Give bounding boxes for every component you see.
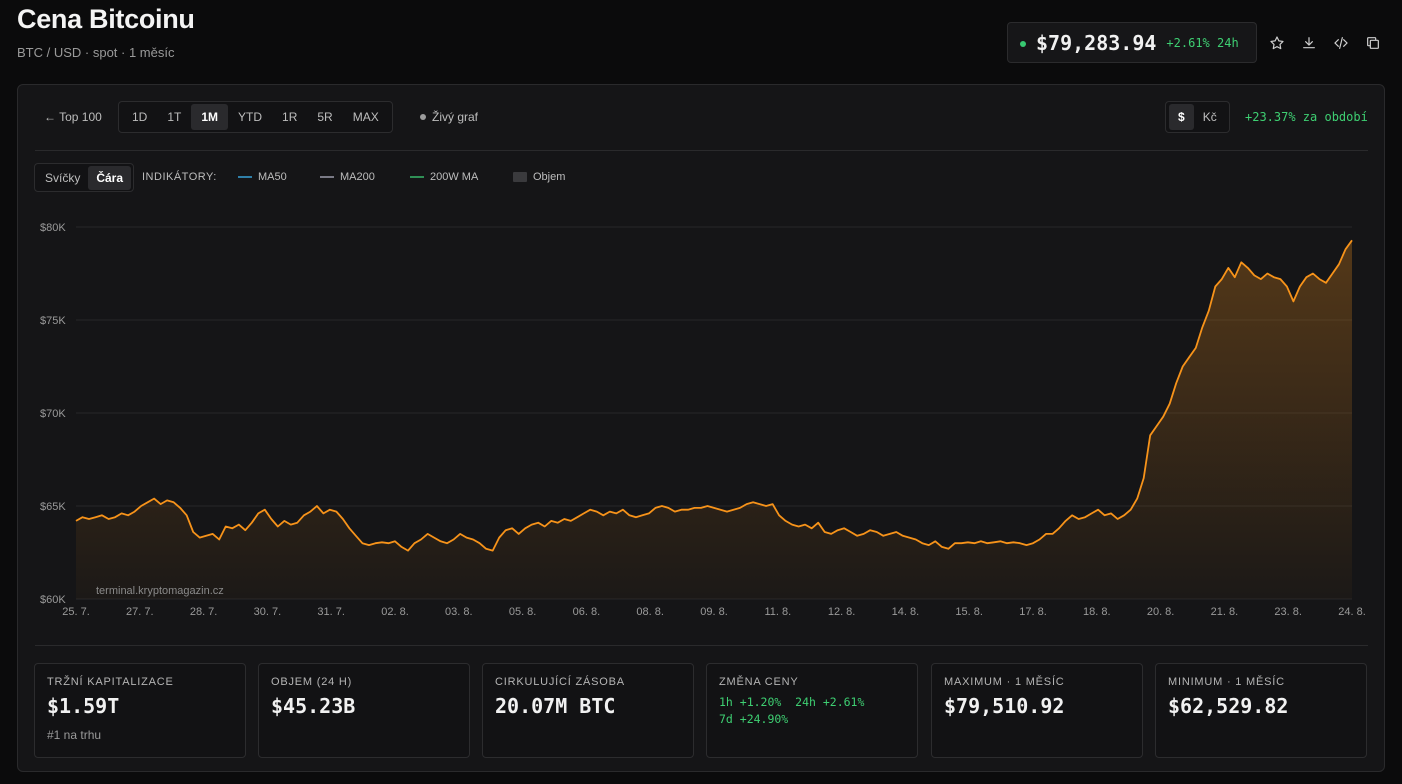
stat-label: TRŽNÍ KAPITALIZACE [47, 676, 174, 688]
stat-value: $62,529.82 [1168, 694, 1289, 718]
y-tick-label: $80K [40, 222, 66, 234]
page-subtitle: BTC / USD · spot · 1 měsíc [17, 45, 175, 60]
y-tick-label: $60K [40, 594, 66, 606]
x-tick-label: 02. 8. [381, 606, 409, 618]
x-tick-label: 27. 7. [126, 606, 154, 618]
x-tick-label: 08. 8. [636, 606, 664, 618]
change-1h: 1h +1.20% [719, 695, 782, 709]
x-tick-label: 25. 7. [62, 606, 90, 618]
x-tick-label: 24. 8. [1338, 606, 1366, 618]
x-tick-label: 30. 7. [254, 606, 282, 618]
stat-card-min: MINIMUM · 1 MĚSÍC $62,529.82 [1155, 663, 1367, 758]
stat-label: OBJEM (24 H) [271, 676, 353, 688]
x-tick-label: 06. 8. [573, 606, 601, 618]
y-tick-label: $75K [40, 315, 66, 327]
x-tick-label: 31. 7. [317, 606, 345, 618]
stat-value: $1.59T [47, 694, 120, 718]
stat-card-price-change: ZMĚNA CENY 1h +1.20% 24h +2.61% 7d +24.9… [706, 663, 918, 758]
stat-value: $79,510.92 [944, 694, 1065, 718]
x-tick-label: 17. 8. [1019, 606, 1047, 618]
current-price: $79,283.94 [1036, 30, 1157, 55]
stat-label: CIRKULUJÍCÍ ZÁSOBA [495, 676, 625, 688]
x-tick-label: 11. 8. [764, 606, 791, 618]
watermark: terminal.kryptomagazin.cz [96, 585, 224, 597]
live-dot-icon [1020, 40, 1026, 47]
x-tick-label: 23. 8. [1274, 606, 1302, 618]
header-actions [1266, 32, 1384, 54]
change-24h: 24h +2.61% [795, 695, 865, 709]
price-change-24h: +2.61% 24h [1166, 35, 1239, 50]
price-chart[interactable]: $80K $75K $70K $65K $60K25. 7. 27. 7. 28. 7. 30… [18, 85, 1384, 625]
x-tick-label: 14. 8. [892, 606, 920, 618]
stat-card-volume: OBJEM (24 H) $45.23B [258, 663, 470, 758]
divider [35, 645, 1368, 646]
page-title: Cena Bitcoinu [17, 4, 195, 34]
x-tick-label: 09. 8. [700, 606, 728, 618]
x-tick-label: 05. 8. [509, 606, 537, 618]
stat-value: 20.07M BTC [495, 694, 616, 718]
live-price-box: $79,283.94 +2.61% 24h [1007, 22, 1257, 63]
y-tick-label: $65K [40, 501, 66, 513]
x-tick-label: 28. 7. [190, 606, 218, 618]
x-tick-label: 21. 8. [1211, 606, 1239, 618]
stat-card-supply: CIRKULUJÍCÍ ZÁSOBA 20.07M BTC [482, 663, 694, 758]
y-tick-label: $70K [40, 408, 66, 420]
x-tick-label: 03. 8. [445, 606, 473, 618]
star-icon[interactable] [1266, 32, 1288, 54]
stat-card-max: MAXIMUM · 1 MĚSÍC $79,510.92 [931, 663, 1143, 758]
download-icon[interactable] [1298, 32, 1320, 54]
stat-value: $45.23B [271, 694, 356, 718]
x-tick-label: 20. 8. [1147, 606, 1175, 618]
x-tick-label: 18. 8. [1083, 606, 1111, 618]
change-7d: 7d +24.90% [719, 712, 789, 726]
stat-sub: #1 na trhu [47, 728, 102, 742]
stat-label: MINIMUM · 1 MĚSÍC [1168, 676, 1285, 688]
stat-label: MAXIMUM · 1 MĚSÍC [944, 676, 1065, 688]
stat-label: ZMĚNA CENY [719, 676, 799, 688]
stat-card-market-cap: TRŽNÍ KAPITALIZACE $1.59T #1 na trhu [34, 663, 246, 758]
embed-code-icon[interactable] [1330, 32, 1352, 54]
chart-panel: ← Top 100 1D 1T 1M YTD 1R 5R MAX Živý gr… [17, 84, 1385, 772]
copy-icon[interactable] [1362, 32, 1384, 54]
x-tick-label: 15. 8. [955, 606, 983, 618]
price-change-list: 1h +1.20% 24h +2.61% 7d +24.90% [719, 694, 905, 728]
x-tick-label: 12. 8. [828, 606, 856, 618]
